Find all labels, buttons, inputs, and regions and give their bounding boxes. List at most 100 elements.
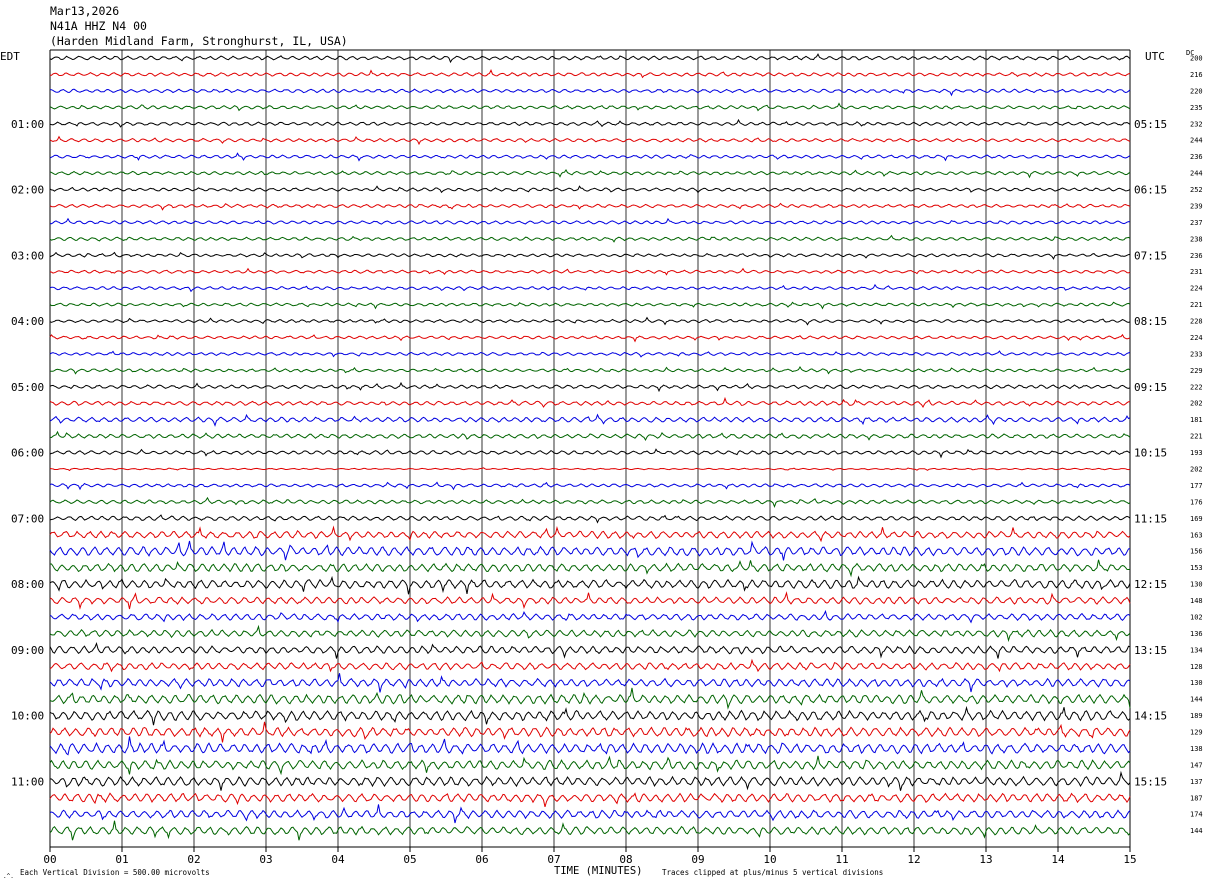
dc-offset-label: 239 xyxy=(1190,202,1203,210)
seismic-trace xyxy=(49,804,1131,824)
seismic-trace xyxy=(49,283,1131,293)
left-hour-label: 06:00 xyxy=(11,447,44,460)
dc-offset-label: 156 xyxy=(1190,548,1203,556)
dc-offset-label: 102 xyxy=(1190,613,1203,621)
seismic-trace xyxy=(49,624,1131,643)
seismic-trace xyxy=(49,118,1131,128)
dc-offset-label: 153 xyxy=(1190,564,1203,572)
seismic-trace xyxy=(49,755,1131,776)
scale-footnote: Each Vertical Division = 500.00 microvol… xyxy=(20,868,210,877)
dc-offset-label: 176 xyxy=(1190,498,1203,506)
right-hour-label: 14:15 xyxy=(1134,710,1167,723)
seismic-trace xyxy=(49,430,1131,442)
dc-offset-label: 224 xyxy=(1190,334,1203,342)
seismic-trace xyxy=(49,820,1131,841)
dc-offset-label: 137 xyxy=(1190,778,1203,786)
right-hour-label: 13:15 xyxy=(1134,644,1167,657)
left-hour-label: 08:00 xyxy=(11,578,44,591)
left-hour-label: 02:00 xyxy=(11,184,44,197)
seismic-trace xyxy=(49,591,1131,610)
right-hour-label: 12:15 xyxy=(1134,578,1167,591)
seismic-trace xyxy=(49,496,1131,509)
dc-offset-label: 134 xyxy=(1190,646,1203,654)
right-hour-label: 11:15 xyxy=(1134,512,1167,525)
x-tick-label: 13 xyxy=(979,853,992,866)
x-tick-label: 12 xyxy=(907,853,920,866)
dc-offset-label: 129 xyxy=(1190,729,1203,737)
dc-offset-label: 177 xyxy=(1190,482,1203,490)
dc-offset-label: 232 xyxy=(1190,120,1203,128)
x-tick-label: 03 xyxy=(259,853,272,866)
seismic-trace xyxy=(49,396,1131,409)
seismic-trace xyxy=(49,267,1131,276)
left-hour-label: 03:00 xyxy=(11,249,44,262)
dc-offset-label: 136 xyxy=(1190,630,1203,638)
seismic-trace xyxy=(49,381,1131,393)
x-tick-label: 09 xyxy=(691,853,704,866)
seismic-trace xyxy=(49,102,1131,112)
dc-header-label: DC xyxy=(1186,49,1194,57)
seismic-trace xyxy=(49,333,1131,343)
dc-offset-label: 202 xyxy=(1190,400,1203,408)
seismic-trace xyxy=(49,514,1131,524)
dc-offset-label: 221 xyxy=(1190,301,1203,309)
seismic-trace xyxy=(49,350,1131,358)
x-tick-label: 04 xyxy=(331,853,345,866)
x-tick-label: 01 xyxy=(115,853,128,866)
dc-offset-label: 144 xyxy=(1190,827,1203,835)
dc-offset-label: 202 xyxy=(1190,466,1203,474)
seismic-trace xyxy=(49,641,1131,659)
seismic-trace xyxy=(49,736,1131,756)
dc-offset-label: 228 xyxy=(1190,318,1203,326)
trace-group xyxy=(49,53,1131,841)
dc-offset-label: 130 xyxy=(1190,679,1203,687)
dc-offset-label: 229 xyxy=(1190,367,1203,375)
dc-offset-label: 174 xyxy=(1190,811,1203,819)
seismic-trace xyxy=(49,609,1131,624)
seismic-trace xyxy=(49,53,1131,64)
dc-offset-label: 181 xyxy=(1190,416,1203,424)
right-hour-label: 15:15 xyxy=(1134,775,1167,788)
dc-offset-label: 221 xyxy=(1190,433,1203,441)
seismic-trace xyxy=(49,448,1131,459)
seismic-trace xyxy=(49,467,1131,472)
seismic-trace xyxy=(49,705,1131,726)
dc-offset-label: 236 xyxy=(1190,252,1203,260)
dc-offset-labels: 2002162202352322442362442522392372382362… xyxy=(1190,55,1203,836)
seismic-trace xyxy=(49,152,1131,162)
corner-mark: .^. xyxy=(3,873,14,880)
dc-offset-label: 163 xyxy=(1190,531,1203,539)
dc-offset-label: 231 xyxy=(1190,268,1203,276)
dc-offset-label: 252 xyxy=(1190,186,1203,194)
seismic-trace xyxy=(49,202,1131,211)
seismic-trace xyxy=(49,217,1131,225)
seismic-trace xyxy=(49,673,1131,693)
x-tick-label: 06 xyxy=(475,853,488,866)
dc-offset-label: 233 xyxy=(1190,350,1203,358)
seismic-trace xyxy=(49,687,1131,710)
seismic-trace xyxy=(49,481,1131,491)
dc-offset-label: 235 xyxy=(1190,104,1203,112)
left-hour-label: 07:00 xyxy=(11,512,44,525)
x-tick-label: 10 xyxy=(763,853,776,866)
x-tick-label: 14 xyxy=(1051,853,1065,866)
dc-offset-label: 237 xyxy=(1190,219,1203,227)
seismic-trace xyxy=(50,559,1131,578)
right-timezone-label: UTC xyxy=(1145,50,1165,63)
x-tick-label: 11 xyxy=(835,853,848,866)
dc-offset-label: 222 xyxy=(1190,383,1203,391)
seismic-trace xyxy=(49,135,1131,146)
x-tick-label: 00 xyxy=(43,853,56,866)
left-timezone-label: EDT xyxy=(0,50,20,63)
seismic-trace xyxy=(49,88,1131,97)
seismic-trace xyxy=(49,770,1131,791)
seismic-trace xyxy=(49,658,1131,673)
dc-offset-label: 138 xyxy=(1190,745,1203,753)
dc-offset-label: 147 xyxy=(1190,761,1203,769)
left-hour-label: 09:00 xyxy=(11,644,44,657)
dc-offset-label: 130 xyxy=(1190,581,1203,589)
seismic-trace xyxy=(49,792,1131,808)
seismic-trace xyxy=(49,413,1131,427)
seismic-trace xyxy=(50,69,1131,79)
dc-offset-label: 220 xyxy=(1190,87,1203,95)
